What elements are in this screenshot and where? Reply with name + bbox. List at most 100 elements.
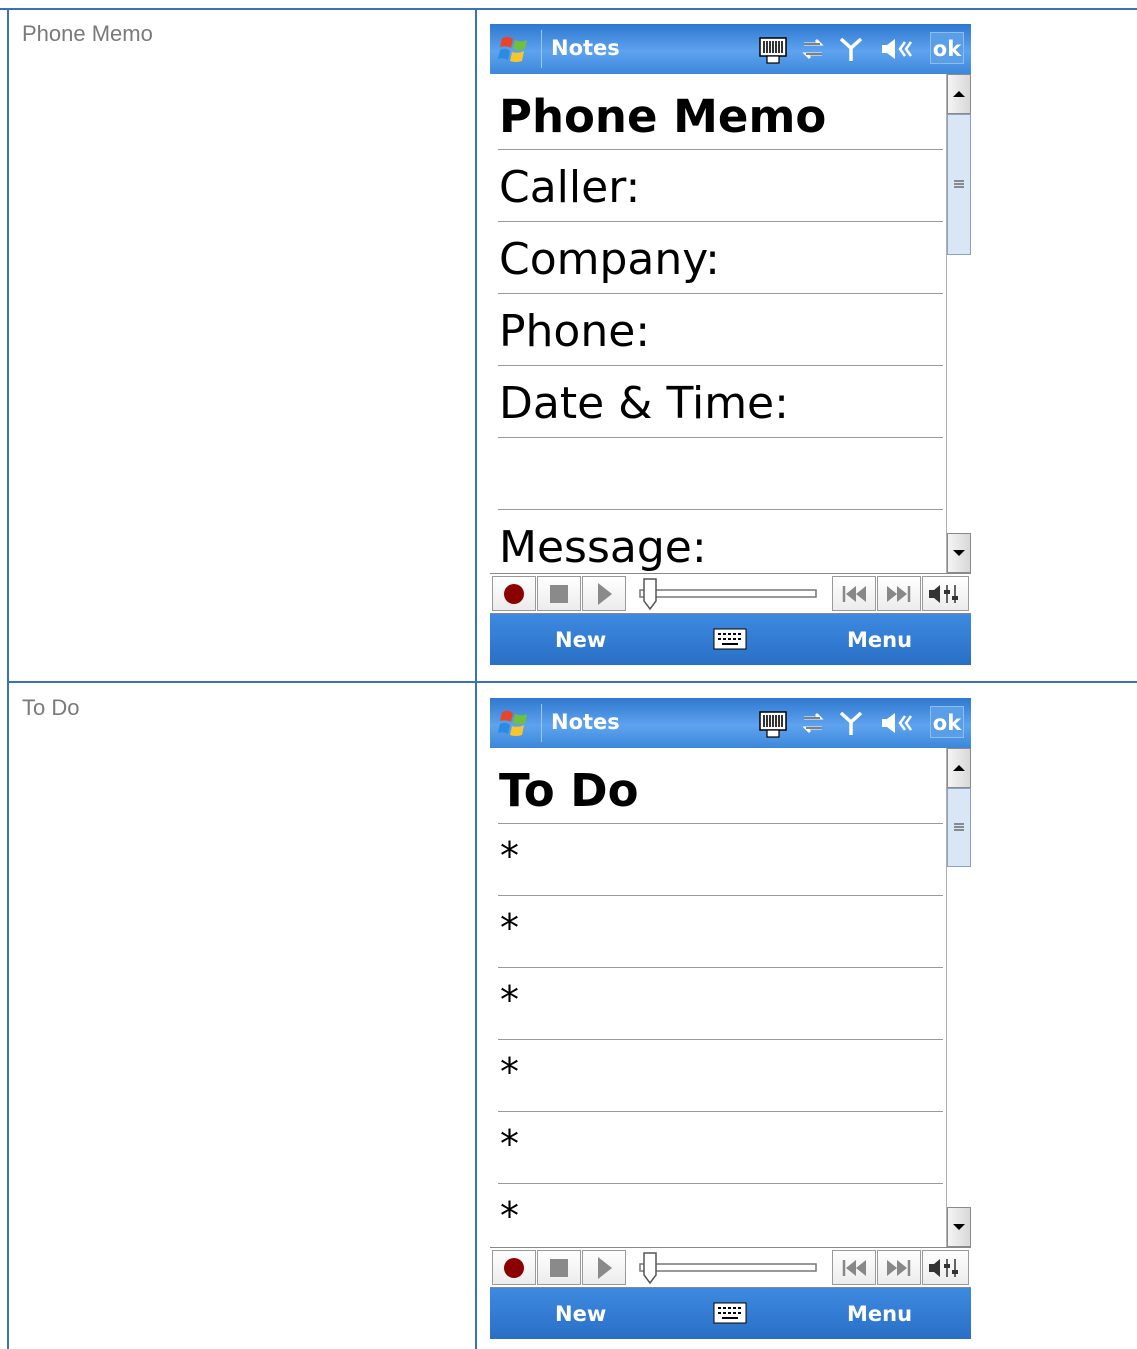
grid-top-line <box>0 8 1137 10</box>
bullet-line: * <box>500 1050 519 1094</box>
keyboard-icon[interactable] <box>713 628 747 650</box>
record-icon <box>504 1258 524 1278</box>
previous-button[interactable] <box>832 1250 876 1285</box>
grid-middle-line <box>8 681 1137 683</box>
volume-icon[interactable] <box>878 34 918 64</box>
play-button[interactable] <box>582 1250 626 1285</box>
ruled-line <box>498 1039 943 1040</box>
next-button[interactable] <box>877 1250 921 1285</box>
play-icon <box>598 1257 612 1279</box>
soft-key-bar: New Menu <box>490 614 971 665</box>
menu-softkey[interactable]: Menu <box>847 1302 912 1326</box>
note-content[interactable]: Phone Memo Caller: Company: Phone: Date … <box>490 74 946 573</box>
arrow-down-icon <box>953 1224 965 1230</box>
stop-button[interactable] <box>537 1250 581 1285</box>
record-button[interactable] <box>492 576 536 611</box>
new-softkey[interactable]: New <box>555 1302 606 1326</box>
windows-start-icon[interactable] <box>496 704 534 742</box>
grid-left-line <box>7 8 9 1349</box>
previous-icon <box>842 586 866 602</box>
ok-button[interactable]: ok <box>930 32 964 64</box>
ruled-line <box>498 509 943 510</box>
note-line: Company: <box>499 234 720 285</box>
windows-start-icon[interactable] <box>496 30 534 68</box>
play-button[interactable] <box>582 576 626 611</box>
menu-softkey[interactable]: Menu <box>847 628 912 652</box>
vertical-scrollbar[interactable] <box>946 74 971 573</box>
ruled-line <box>498 967 943 968</box>
previous-icon <box>842 1260 866 1276</box>
note-line: Caller: <box>499 162 641 213</box>
ruled-line <box>498 437 943 438</box>
position-slider[interactable] <box>630 1250 820 1285</box>
next-icon <box>887 586 911 602</box>
ruled-line <box>498 823 943 824</box>
signal-icon[interactable] <box>838 34 864 64</box>
note-line: Phone: <box>499 306 651 357</box>
stop-icon <box>550 585 568 603</box>
row-label-to-do: To Do <box>22 695 80 720</box>
grip-icon <box>954 180 964 188</box>
keyboard-icon[interactable] <box>713 1302 747 1324</box>
volume-icon[interactable] <box>878 708 918 738</box>
new-softkey[interactable]: New <box>555 628 606 652</box>
scroll-thumb[interactable] <box>947 114 971 255</box>
next-button[interactable] <box>877 576 921 611</box>
signal-icon[interactable] <box>838 708 864 738</box>
scroll-up-button[interactable] <box>947 748 971 788</box>
title-separator <box>541 704 542 742</box>
note-line: Date & Time: <box>499 378 789 429</box>
grip-icon <box>954 823 964 831</box>
vertical-scrollbar[interactable] <box>946 748 971 1247</box>
volume-control-icon <box>929 585 958 603</box>
note-title: To Do <box>499 764 639 817</box>
device-phone-memo: Notes ok Phone Memo Caller: Company: Pho… <box>490 24 971 665</box>
ruled-line <box>498 293 943 294</box>
soft-key-bar: New Menu <box>490 1288 971 1339</box>
grid-center-line <box>475 8 477 1349</box>
voice-recorder-bar <box>490 1247 971 1288</box>
play-icon <box>598 583 612 605</box>
app-title: Notes <box>551 710 620 734</box>
arrow-up-icon <box>953 91 965 97</box>
arrow-down-icon <box>953 550 965 556</box>
ruled-line <box>498 1183 943 1184</box>
scroll-down-button[interactable] <box>947 533 971 573</box>
previous-button[interactable] <box>832 576 876 611</box>
note-title: Phone Memo <box>499 90 827 143</box>
stop-icon <box>550 1259 568 1277</box>
position-slider[interactable] <box>630 576 820 611</box>
ruled-line <box>498 365 943 366</box>
ruled-line <box>498 221 943 222</box>
next-icon <box>887 1260 911 1276</box>
note-line: Message: <box>499 522 707 573</box>
connectivity-icon[interactable] <box>798 34 828 64</box>
volume-control-button[interactable] <box>922 1250 969 1285</box>
bullet-line: * <box>500 834 519 878</box>
arrow-up-icon <box>953 765 965 771</box>
connectivity-icon[interactable] <box>798 708 828 738</box>
volume-control-icon <box>929 1259 958 1277</box>
sip-barcode-icon[interactable] <box>758 34 788 64</box>
stop-button[interactable] <box>537 576 581 611</box>
bullet-line: * <box>500 1194 519 1238</box>
note-content[interactable]: To Do * * * * * * <box>490 748 946 1247</box>
title-bar: Notes ok <box>490 698 971 748</box>
app-title: Notes <box>551 36 620 60</box>
ok-button[interactable]: ok <box>930 706 964 738</box>
record-button[interactable] <box>492 1250 536 1285</box>
scroll-thumb[interactable] <box>947 788 971 867</box>
row-label-phone-memo: Phone Memo <box>22 21 153 46</box>
scroll-up-button[interactable] <box>947 74 971 114</box>
device-to-do: Notes ok To Do * * * * * * New Menu <box>490 698 971 1339</box>
ruled-line <box>498 1111 943 1112</box>
volume-control-button[interactable] <box>922 576 969 611</box>
title-bar: Notes ok <box>490 24 971 74</box>
ruled-line <box>498 895 943 896</box>
bullet-line: * <box>500 1122 519 1166</box>
ruled-line <box>498 149 943 150</box>
sip-barcode-icon[interactable] <box>758 708 788 738</box>
scroll-down-button[interactable] <box>947 1207 971 1247</box>
bullet-line: * <box>500 906 519 950</box>
voice-recorder-bar <box>490 573 971 614</box>
